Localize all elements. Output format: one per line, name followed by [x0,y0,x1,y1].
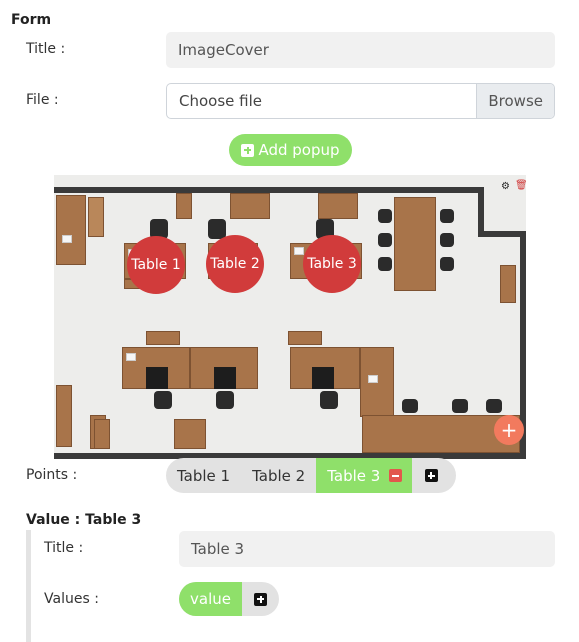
plus-square-icon [241,143,255,157]
plus-square-icon [424,469,438,482]
title-input[interactable]: ImageCover [166,32,555,68]
add-point-button[interactable]: + [494,415,524,445]
map-point-table-1[interactable]: Table 1 [127,236,185,294]
map-point-label: Table 2 [210,256,260,272]
map-point-label: Table 1 [131,257,181,273]
title-input-value: ImageCover [178,41,269,59]
map-point-table-2[interactable]: Table 2 [206,235,264,293]
value-section-border [26,530,31,642]
point-tab-table-3[interactable]: Table 3 [316,458,413,493]
title-label: Title : [26,41,66,57]
file-input-placeholder: Choose file [179,92,262,110]
value-title-label: Title : [44,540,84,556]
floor-plan-image[interactable]: Table 1 Table 2 Table 3 ⚙ 🗑 + [54,175,526,459]
file-input[interactable]: Choose file Browse [166,83,555,119]
value-title-input[interactable]: Table 3 [179,531,555,567]
form-heading: Form [11,12,52,28]
add-popup-label: Add popup [258,141,340,159]
points-label: Points : [26,467,78,483]
add-popup-button[interactable]: Add popup [229,134,352,166]
trash-icon[interactable]: 🗑 [515,180,526,191]
map-point-table-3[interactable]: Table 3 [303,235,361,293]
points-tabs: Table 1 Table 2 Table 3 [166,458,456,493]
add-value-button[interactable] [242,582,279,616]
value-heading: Value : Table 3 [26,512,142,528]
plus-icon: + [500,418,518,442]
values-list: value [179,582,279,616]
file-label: File : [26,92,59,108]
values-label: Values : [44,591,99,607]
map-point-label: Table 3 [307,256,357,272]
add-point-tab-button[interactable] [412,458,450,493]
value-chip[interactable]: value [179,582,242,616]
value-title-input-value: Table 3 [191,540,245,558]
plus-square-icon [254,592,267,606]
point-tab-table-2[interactable]: Table 2 [241,458,316,493]
point-tab-table-1[interactable]: Table 1 [166,458,241,493]
point-tab-label: Table 3 [327,466,381,485]
gear-icon[interactable]: ⚙ [501,181,510,192]
remove-point-icon[interactable] [389,469,403,482]
browse-button[interactable]: Browse [476,84,554,118]
